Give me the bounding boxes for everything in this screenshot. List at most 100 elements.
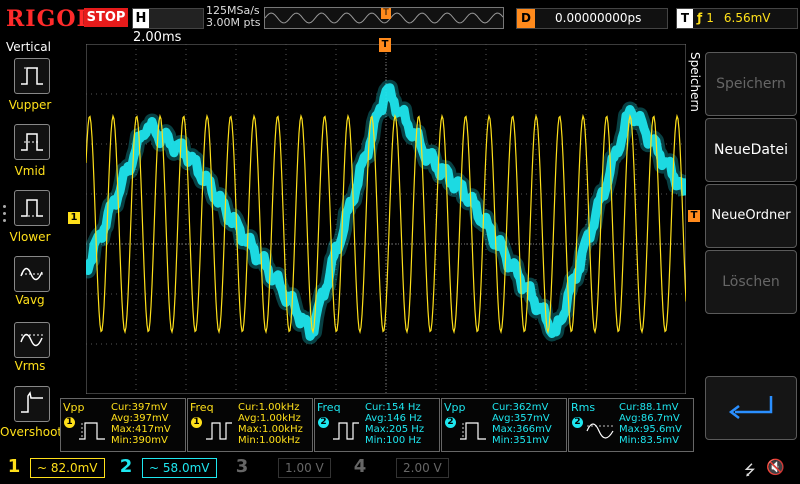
- return-arrow-icon: [728, 396, 773, 419]
- channel-2-status[interactable]: 2 ~ 58.0mV: [116, 456, 226, 478]
- run-stop-status[interactable]: STOP: [84, 8, 128, 27]
- measurement-cur: Cur:362mV: [492, 402, 549, 413]
- measurement-cur: Cur:397mV: [111, 402, 168, 413]
- vrms-button[interactable]: [14, 322, 50, 358]
- measurement-vpp-ch1[interactable]: Vpp 1 Cur:397mV Avg:397mV Max:417mV Min:…: [60, 398, 186, 452]
- timebase-value: 2.00ms: [133, 30, 182, 45]
- channel-badge: 1: [64, 417, 75, 428]
- right-menu-title: Speichern: [688, 52, 702, 112]
- measurement-max: Max:366mV: [492, 424, 552, 435]
- trigger-source: 1: [706, 11, 714, 25]
- measurement-vpp-ch2[interactable]: Vpp 2 Cur:362mV Avg:357mV Max:366mV Min:…: [441, 398, 567, 452]
- delay-value: 0.00000000ps: [555, 11, 642, 25]
- usb-icon: ⭍: [744, 463, 756, 479]
- measurement-avg: Avg:86.7mV: [619, 413, 680, 424]
- measurement-cur: Cur:154 Hz: [365, 402, 421, 413]
- vmid-label: Vmid: [14, 164, 46, 178]
- vupper-icon: [21, 67, 43, 85]
- channel-3-status[interactable]: 3 1.00 V: [232, 456, 342, 478]
- new-folder-button[interactable]: NeueOrdner: [705, 184, 797, 248]
- channel-3-scale: 1.00 V: [278, 458, 331, 478]
- trigger-time-marker[interactable]: T: [379, 38, 391, 52]
- measurement-min: Min:83.5mV: [619, 435, 679, 446]
- overshoot-label: Overshoot: [0, 425, 63, 439]
- channel-2-scale: ~ 58.0mV: [142, 458, 217, 478]
- measurement-min: Min:1.00kHz: [238, 435, 300, 446]
- measurement-avg: Avg:397mV: [111, 413, 169, 424]
- measurement-max: Max:1.00kHz: [238, 424, 303, 435]
- measurement-max: Max:417mV: [111, 424, 171, 435]
- measurement-avg: Avg:1.00kHz: [238, 413, 301, 424]
- rising-edge-icon: ƒ: [697, 11, 703, 25]
- delay-key: D: [517, 9, 535, 28]
- trigger-position-marker[interactable]: T: [381, 8, 391, 19]
- freq-icon: [206, 422, 232, 440]
- channel-4-scale: 2.00 V: [396, 458, 449, 478]
- vupper-label: Vupper: [8, 98, 52, 112]
- timebase-key: H: [133, 9, 149, 28]
- measurement-name: Freq: [190, 401, 214, 414]
- vmid-icon: [21, 133, 43, 151]
- vpp-icon: [460, 422, 486, 440]
- vavg-label: Vavg: [15, 293, 45, 307]
- memory-waveform-overview[interactable]: T: [264, 7, 504, 29]
- measurement-name: Vpp: [444, 401, 466, 414]
- overshoot-icon: [21, 391, 43, 413]
- rigol-logo: RIGOL: [6, 6, 93, 32]
- acquisition-info: 125MSa/s 3.00M pts: [206, 5, 261, 29]
- trigger-level-marker[interactable]: T: [688, 210, 700, 222]
- vlower-icon: [21, 199, 43, 217]
- channel-badge: 2: [445, 417, 456, 428]
- freq-icon: [333, 422, 359, 440]
- measurement-min: Min:351mV: [492, 435, 549, 446]
- vavg-button[interactable]: [14, 256, 50, 292]
- vpp-icon: [79, 422, 105, 440]
- delay-box[interactable]: D 0.00000000ps: [516, 8, 668, 29]
- new-file-button[interactable]: NeueDatei: [705, 118, 797, 182]
- left-menu-title: Vertical: [6, 40, 51, 54]
- vavg-icon: [20, 267, 43, 281]
- channel-1-number: 1: [7, 456, 21, 477]
- measurement-freq-ch2[interactable]: Freq 2 Cur:154 Hz Avg:146 Hz Max:205 Hz …: [314, 398, 440, 452]
- timebase-box[interactable]: H 2.00ms: [132, 8, 204, 45]
- measurement-cur: Cur:88.1mV: [619, 402, 679, 413]
- measurement-rms-ch2[interactable]: Rms 2 Cur:88.1mV Avg:86.7mV Max:95.6mV M…: [568, 398, 694, 452]
- measurement-name: Vpp: [63, 401, 85, 414]
- menu-scroll-indicator: [3, 205, 7, 225]
- vrms-label: Vrms: [14, 359, 46, 373]
- vmid-button[interactable]: [14, 124, 50, 160]
- measurement-max: Max:95.6mV: [619, 424, 682, 435]
- channel-1-offset-marker[interactable]: 1: [68, 212, 80, 224]
- speaker-mute-icon[interactable]: 🔇: [766, 458, 785, 476]
- measurement-name: Freq: [317, 401, 341, 414]
- channel-3-number: 3: [235, 456, 249, 477]
- measurement-max: Max:205 Hz: [365, 424, 425, 435]
- channel-4-number: 4: [353, 456, 367, 477]
- measurement-freq-ch1[interactable]: Freq 1 Cur:1.00kHz Avg:1.00kHz Max:1.00k…: [187, 398, 313, 452]
- channel-badge: 2: [318, 417, 329, 428]
- trigger-level: 6.56mV: [723, 11, 771, 25]
- channel-1-status[interactable]: 1 ~ 82.0mV: [4, 456, 114, 478]
- memory-depth: 3.00M pts: [206, 16, 261, 29]
- save-button[interactable]: Speichern: [705, 52, 797, 116]
- channel-4-status[interactable]: 4 2.00 V: [350, 456, 460, 478]
- return-button[interactable]: [705, 376, 797, 440]
- right-menu-title-area: Speichern: [688, 52, 704, 122]
- channel-2-number: 2: [119, 456, 133, 477]
- vlower-button[interactable]: [14, 190, 50, 226]
- measurement-min: Min:390mV: [111, 435, 168, 446]
- vrms-icon: [20, 333, 43, 347]
- measurement-name: Rms: [571, 401, 596, 414]
- measurement-avg: Avg:146 Hz: [365, 413, 422, 424]
- channel-1-scale: ~ 82.0mV: [30, 458, 105, 478]
- channel-badge: 2: [572, 417, 583, 428]
- trigger-key: T: [677, 9, 693, 28]
- delete-button[interactable]: Löschen: [705, 250, 797, 314]
- waveform-display[interactable]: [80, 43, 694, 395]
- trigger-box[interactable]: Tƒ 1 6.56mV: [676, 8, 798, 29]
- rms-icon: [586, 423, 614, 439]
- waveform-graticule: [80, 43, 694, 395]
- vupper-button[interactable]: [14, 58, 50, 94]
- measurement-avg: Avg:357mV: [492, 413, 550, 424]
- overshoot-button[interactable]: [14, 386, 50, 422]
